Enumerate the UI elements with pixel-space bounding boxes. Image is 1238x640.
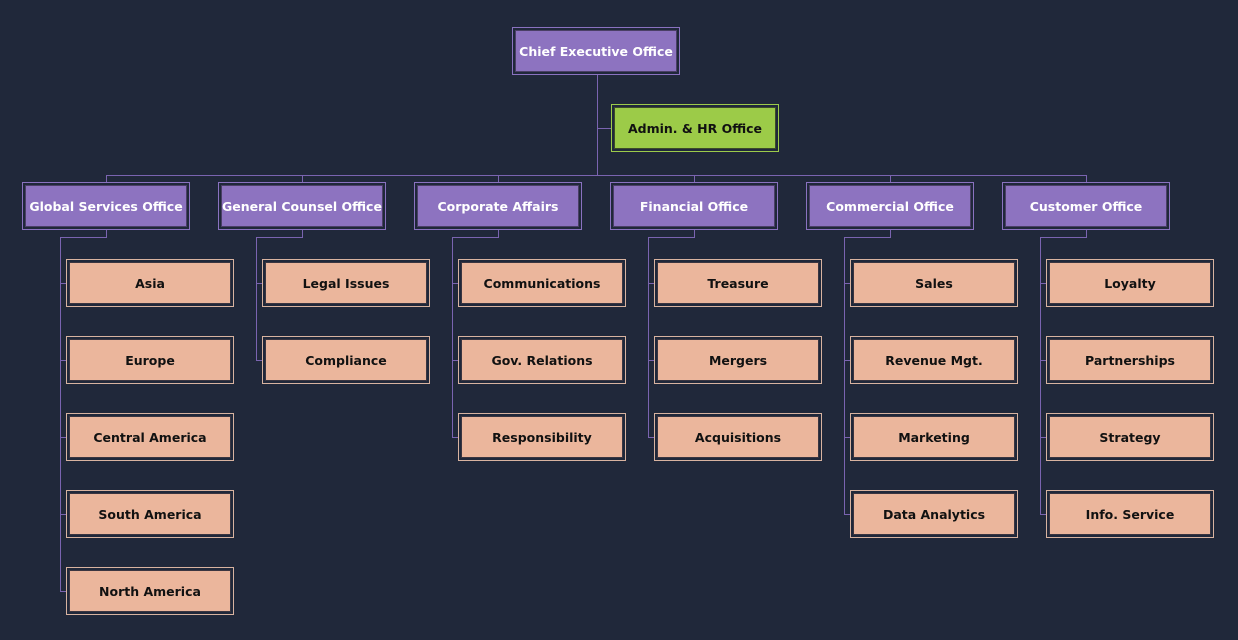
node-customer-office[interactable]: Customer Office xyxy=(1002,182,1170,230)
connector-admin-branch xyxy=(597,128,611,129)
connector-bus xyxy=(106,175,1087,176)
node-label: North America xyxy=(69,570,231,612)
connector-spine xyxy=(256,237,257,361)
node-label: Treasure xyxy=(657,262,819,304)
node-legal-issues[interactable]: Legal Issues xyxy=(262,259,430,307)
node-global-services-office[interactable]: Global Services Office xyxy=(22,182,190,230)
connector-dept-down xyxy=(302,230,303,237)
node-chief-executive-office[interactable]: Chief Executive Office xyxy=(512,27,680,75)
node-label: Loyalty xyxy=(1049,262,1211,304)
connector-spine xyxy=(844,237,845,515)
node-label: South America xyxy=(69,493,231,535)
node-label: Marketing xyxy=(853,416,1015,458)
node-label: Central America xyxy=(69,416,231,458)
node-partnerships[interactable]: Partnerships xyxy=(1046,336,1214,384)
connector-dept-down xyxy=(890,230,891,237)
connector-dept-drop xyxy=(1086,175,1087,182)
connector-dept-drop xyxy=(302,175,303,182)
node-label: Compliance xyxy=(265,339,427,381)
connector-root-trunk xyxy=(597,75,598,175)
connector-dept-elbow xyxy=(648,237,695,238)
node-label: Sales xyxy=(853,262,1015,304)
node-strategy[interactable]: Strategy xyxy=(1046,413,1214,461)
node-acquisitions[interactable]: Acquisitions xyxy=(654,413,822,461)
node-central-america[interactable]: Central America xyxy=(66,413,234,461)
node-revenue-mgt[interactable]: Revenue Mgt. xyxy=(850,336,1018,384)
node-europe[interactable]: Europe xyxy=(66,336,234,384)
node-corporate-affairs[interactable]: Corporate Affairs xyxy=(414,182,582,230)
node-commercial-office[interactable]: Commercial Office xyxy=(806,182,974,230)
connector-dept-elbow xyxy=(256,237,303,238)
node-label: Commercial Office xyxy=(809,185,971,227)
node-label: Corporate Affairs xyxy=(417,185,579,227)
node-label: Info. Service xyxy=(1049,493,1211,535)
node-label: Europe xyxy=(69,339,231,381)
node-label: Global Services Office xyxy=(25,185,187,227)
connector-dept-down xyxy=(1086,230,1087,237)
org-chart: Chief Executive Office Admin. & HR Offic… xyxy=(0,0,1238,640)
node-label: Legal Issues xyxy=(265,262,427,304)
node-north-america[interactable]: North America xyxy=(66,567,234,615)
connector-dept-elbow xyxy=(60,237,107,238)
node-sales[interactable]: Sales xyxy=(850,259,1018,307)
connector-dept-drop xyxy=(498,175,499,182)
connector-dept-down xyxy=(694,230,695,237)
node-admin-hr-office[interactable]: Admin. & HR Office xyxy=(611,104,779,152)
node-label: Chief Executive Office xyxy=(515,30,677,72)
node-label: Financial Office xyxy=(613,185,775,227)
node-financial-office[interactable]: Financial Office xyxy=(610,182,778,230)
node-communications[interactable]: Communications xyxy=(458,259,626,307)
connector-dept-elbow xyxy=(844,237,891,238)
connector-dept-down xyxy=(498,230,499,237)
node-compliance[interactable]: Compliance xyxy=(262,336,430,384)
connector-spine xyxy=(60,237,61,592)
node-loyalty[interactable]: Loyalty xyxy=(1046,259,1214,307)
node-label: Strategy xyxy=(1049,416,1211,458)
node-asia[interactable]: Asia xyxy=(66,259,234,307)
node-label: Partnerships xyxy=(1049,339,1211,381)
connector-dept-drop xyxy=(106,175,107,182)
node-label: Mergers xyxy=(657,339,819,381)
connector-dept-drop xyxy=(890,175,891,182)
node-mergers[interactable]: Mergers xyxy=(654,336,822,384)
node-info-service[interactable]: Info. Service xyxy=(1046,490,1214,538)
node-label: Customer Office xyxy=(1005,185,1167,227)
node-label: Gov. Relations xyxy=(461,339,623,381)
node-label: Admin. & HR Office xyxy=(614,107,776,149)
node-label: Asia xyxy=(69,262,231,304)
node-south-america[interactable]: South America xyxy=(66,490,234,538)
node-data-analytics[interactable]: Data Analytics xyxy=(850,490,1018,538)
node-gov-relations[interactable]: Gov. Relations xyxy=(458,336,626,384)
node-label: Responsibility xyxy=(461,416,623,458)
connector-spine xyxy=(1040,237,1041,515)
connector-spine xyxy=(648,237,649,438)
node-label: General Counsel Office xyxy=(221,185,383,227)
connector-spine xyxy=(452,237,453,438)
connector-dept-drop xyxy=(694,175,695,182)
connector-dept-elbow xyxy=(1040,237,1087,238)
node-marketing[interactable]: Marketing xyxy=(850,413,1018,461)
connector-dept-down xyxy=(106,230,107,237)
node-responsibility[interactable]: Responsibility xyxy=(458,413,626,461)
node-label: Data Analytics xyxy=(853,493,1015,535)
node-label: Revenue Mgt. xyxy=(853,339,1015,381)
node-label: Acquisitions xyxy=(657,416,819,458)
node-label: Communications xyxy=(461,262,623,304)
connector-dept-elbow xyxy=(452,237,499,238)
node-general-counsel-office[interactable]: General Counsel Office xyxy=(218,182,386,230)
node-treasure[interactable]: Treasure xyxy=(654,259,822,307)
